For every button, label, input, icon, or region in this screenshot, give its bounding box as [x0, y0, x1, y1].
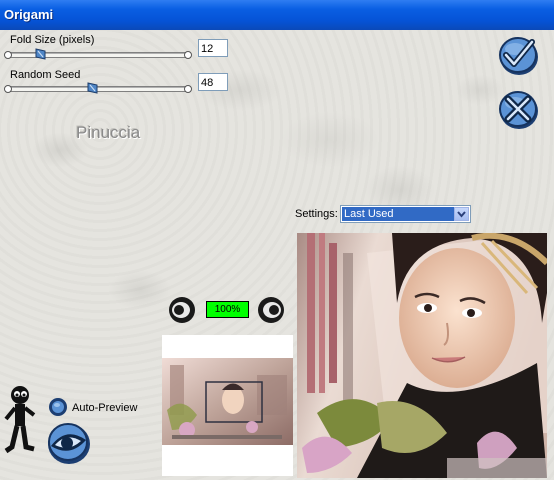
title-bar: Origami: [0, 0, 554, 31]
settings-label: Settings:: [295, 208, 338, 220]
main-preview[interactable]: [297, 233, 547, 478]
slider-left-end: [4, 51, 12, 59]
mascot-figure-icon: [4, 386, 36, 454]
fold-size-slider[interactable]: [4, 48, 192, 60]
settings-dropdown[interactable]: Last Used: [340, 205, 471, 223]
zoom-in-button[interactable]: [257, 296, 285, 324]
auto-preview-label: Auto-Preview: [72, 402, 138, 414]
fold-size-input[interactable]: 12: [198, 39, 228, 57]
slider-left-end: [4, 85, 12, 93]
main-preview-image: [297, 233, 547, 478]
auto-preview-toggle[interactable]: [48, 397, 68, 417]
slider-right-end: [184, 85, 192, 93]
zoom-level: 100%: [206, 301, 249, 318]
window-title: Origami: [4, 7, 54, 22]
watermark-text: Pinuccia: [76, 123, 141, 142]
dropdown-arrow-button[interactable]: [454, 207, 469, 221]
dialog-body: Fold Size (pixels) 12 Random Seed 48 Pin…: [0, 30, 554, 480]
slider-right-end: [184, 51, 192, 59]
ok-button[interactable]: [497, 34, 541, 78]
navigator-preview-image: [162, 358, 293, 445]
navigator-preview[interactable]: [162, 335, 293, 476]
random-seed-input[interactable]: 48: [198, 73, 228, 91]
zoom-out-button[interactable]: [168, 296, 196, 324]
fold-size-slider-thumb[interactable]: [34, 48, 47, 60]
preview-eye-button[interactable]: [46, 420, 92, 466]
settings-selected-value: Last Used: [342, 207, 456, 221]
fold-size-label: Fold Size (pixels): [10, 34, 95, 46]
random-seed-slider[interactable]: [4, 82, 192, 94]
random-seed-slider-thumb[interactable]: [86, 82, 99, 94]
magnifier-plus-icon: [269, 305, 279, 315]
random-seed-label: Random Seed: [10, 69, 81, 81]
chevron-down-icon: [457, 211, 466, 218]
cancel-button[interactable]: [497, 88, 541, 132]
magnifier-minus-icon: [174, 305, 184, 315]
